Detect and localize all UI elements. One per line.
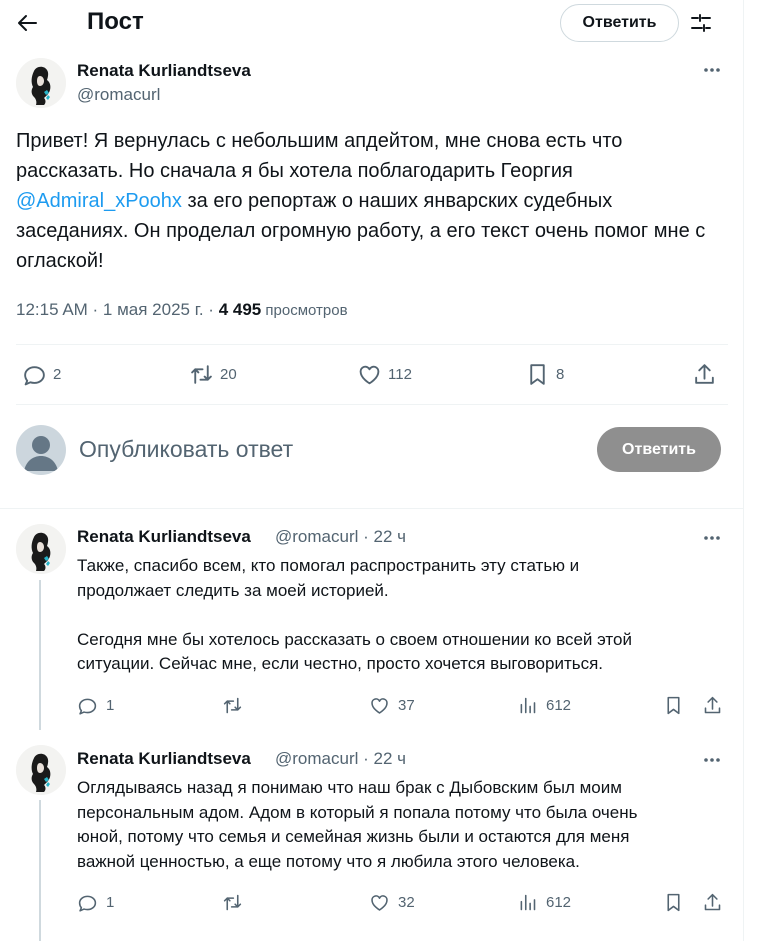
divider [16, 404, 728, 405]
divider [0, 508, 744, 509]
heart-icon [369, 695, 390, 716]
reply-author-name[interactable]: Renata Kurliandtseva [77, 527, 251, 547]
repost-icon [222, 892, 243, 913]
bookmark-count: 8 [556, 366, 565, 383]
views-count: 612 [546, 697, 572, 714]
reply-input[interactable]: Опубликовать ответ [79, 436, 293, 463]
like-count: 32 [398, 894, 415, 911]
header-reply-button[interactable]: Ответить [560, 4, 679, 42]
reply-count: 2 [53, 366, 62, 383]
reply-count: 1 [106, 697, 115, 714]
reply-action[interactable]: 1 [77, 892, 114, 913]
more-options-icon[interactable] [702, 528, 722, 548]
back-arrow-icon[interactable] [16, 11, 40, 35]
bookmark-action[interactable]: 8 [525, 362, 564, 387]
share-action[interactable] [692, 362, 717, 387]
page-title: Пост [87, 8, 144, 35]
avatar[interactable] [16, 745, 66, 795]
thread-line [39, 800, 41, 941]
mention-link[interactable]: @Admiral_xPoohx [16, 190, 182, 212]
share-action[interactable] [702, 892, 723, 913]
analytics-icon [517, 892, 538, 913]
divider [16, 344, 728, 345]
share-icon [692, 362, 717, 387]
repost-count: 20 [220, 366, 237, 383]
reply-author-name[interactable]: Renata Kurliandtseva [77, 749, 251, 769]
like-action[interactable]: 37 [369, 695, 415, 716]
reply-action[interactable]: 1 [77, 695, 114, 716]
post-text-part: Привет! Я вернулась с небольшим апдейтом… [16, 130, 623, 182]
author-name[interactable]: Renata Kurliandtseva [77, 61, 251, 81]
post-metadata: 12:15 AM · 1 мая 2025 г. · 4 495 просмот… [16, 300, 348, 320]
header: Пост Ответить [0, 0, 744, 46]
bookmark-icon [663, 695, 684, 716]
reply-handle-time[interactable]: @romacurl · 22 ч [275, 749, 406, 769]
like-count: 112 [388, 366, 412, 383]
views-count: 612 [546, 894, 572, 911]
author-handle[interactable]: @romacurl [77, 85, 160, 105]
bookmark-action[interactable] [663, 892, 684, 913]
views-action[interactable]: 612 [517, 892, 571, 913]
current-user-avatar[interactable] [16, 425, 66, 475]
thread-line [39, 580, 41, 730]
reply-action[interactable]: 2 [22, 362, 61, 387]
repost-action[interactable] [222, 695, 243, 716]
reply-icon [22, 362, 47, 387]
views-action[interactable]: 612 [517, 695, 571, 716]
reply-text: Оглядываясь назад я понимаю что наш брак… [77, 778, 638, 871]
more-options-icon[interactable] [702, 750, 722, 770]
settings-sliders-icon[interactable] [689, 11, 713, 35]
bookmark-icon [525, 362, 550, 387]
reply-text: Также, спасибо всем, кто помогал распрос… [77, 556, 632, 673]
heart-icon [357, 362, 382, 387]
share-icon [702, 892, 723, 913]
reply-handle-time[interactable]: @romacurl · 22 ч [275, 527, 406, 547]
bookmark-icon [663, 892, 684, 913]
analytics-icon [517, 695, 538, 716]
reply-count: 1 [106, 894, 115, 911]
repost-icon [189, 362, 214, 387]
reply-submit-button[interactable]: Ответить [597, 427, 721, 472]
main-column: Пост Ответить Renata Kurliandtseva @roma… [0, 0, 744, 941]
views-count: 4 495 [218, 300, 262, 319]
like-count: 37 [398, 697, 415, 714]
like-action[interactable]: 112 [357, 362, 412, 387]
repost-action[interactable] [222, 892, 243, 913]
share-icon [702, 695, 723, 716]
views-label: просмотров [261, 302, 348, 319]
bookmark-action[interactable] [663, 695, 684, 716]
repost-icon [222, 695, 243, 716]
reply-icon [77, 695, 98, 716]
more-options-icon[interactable] [702, 60, 722, 80]
like-action[interactable]: 32 [369, 892, 415, 913]
repost-action[interactable]: 20 [189, 362, 237, 387]
heart-icon [369, 892, 390, 913]
share-action[interactable] [702, 695, 723, 716]
reply-icon [77, 892, 98, 913]
post-text: Привет! Я вернулась с небольшим апдейтом… [16, 126, 728, 276]
post-timestamp[interactable]: 12:15 AM · 1 мая 2025 г. · [16, 300, 219, 319]
avatar[interactable] [16, 58, 66, 108]
avatar[interactable] [16, 524, 66, 574]
